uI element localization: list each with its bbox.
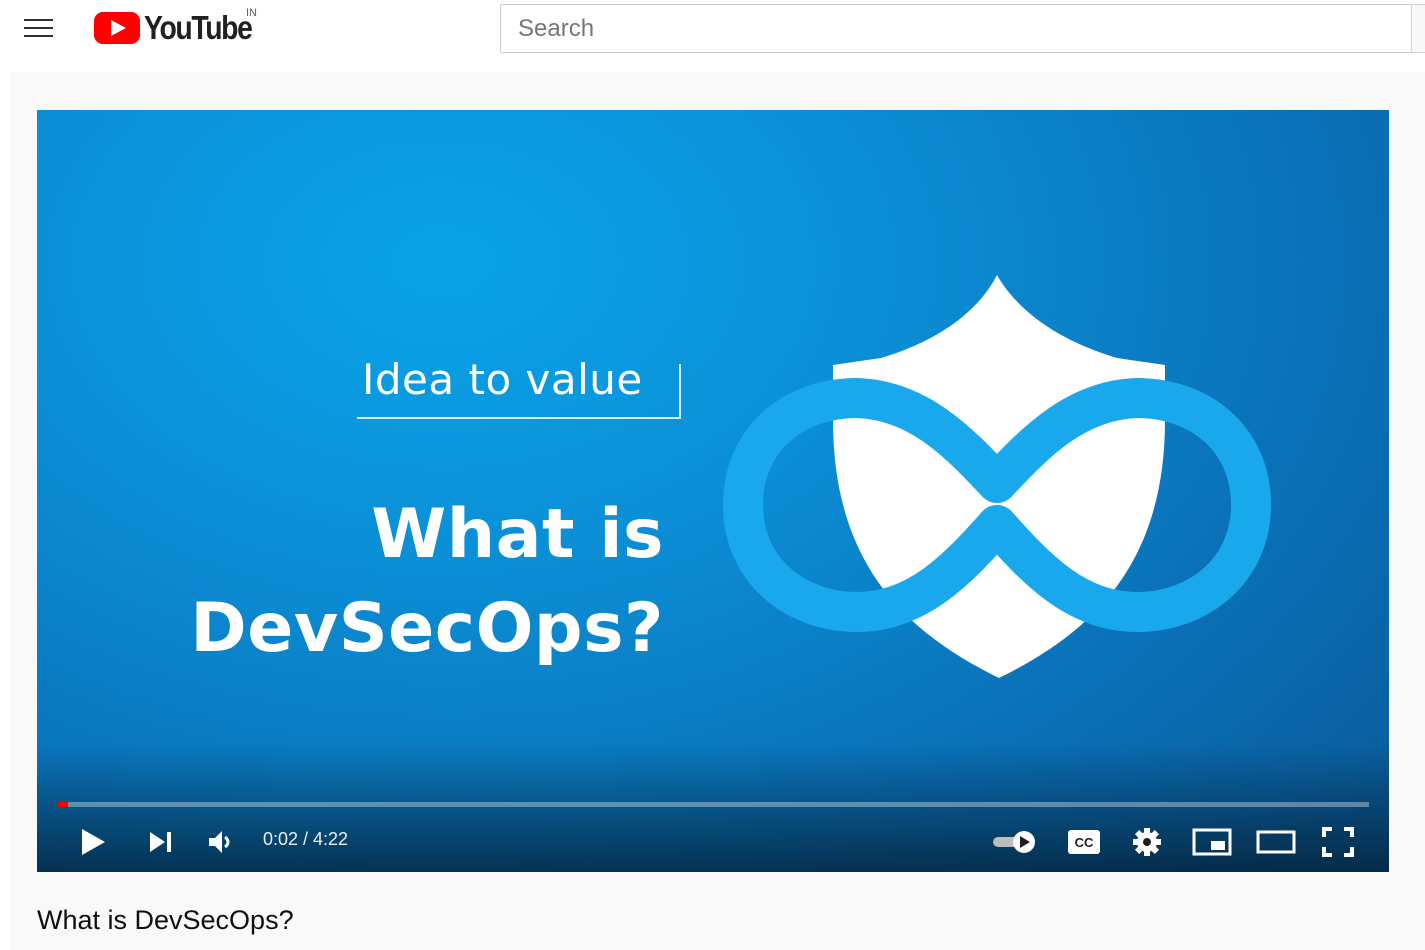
captions-icon: CC (1068, 830, 1100, 854)
video-title: What is DevSecOps? (37, 905, 294, 935)
video-tagline: Idea to value (362, 355, 643, 404)
search-input[interactable] (518, 14, 1411, 43)
play-button[interactable] (73, 820, 113, 864)
video-player[interactable]: Idea to value What is DevSecOps? 0:02 / … (37, 110, 1389, 872)
tagline-underline (357, 417, 681, 419)
region-code: IN (246, 7, 257, 19)
svg-text:CC: CC (1075, 835, 1094, 850)
miniplayer-icon (1192, 828, 1232, 856)
theater-mode-button[interactable] (1254, 820, 1298, 864)
next-icon (150, 832, 171, 852)
miniplayer-button[interactable] (1190, 820, 1234, 864)
hamburger-menu-icon[interactable] (14, 8, 62, 48)
headline-line-2: DevSecOps? (190, 589, 664, 668)
volume-icon (209, 831, 230, 853)
search-box[interactable] (500, 4, 1412, 53)
captions-button[interactable]: CC (1064, 820, 1104, 864)
masthead: YouTube IN (0, 0, 1425, 68)
autoplay-toggle[interactable] (991, 820, 1039, 864)
theater-mode-icon (1256, 830, 1296, 854)
autoplay-toggle-icon (993, 831, 1035, 853)
devsecops-shield-infinity-icon (723, 275, 1271, 678)
next-button[interactable] (141, 820, 181, 864)
play-icon (82, 829, 105, 855)
fullscreen-button[interactable] (1318, 820, 1358, 864)
video-headline: What is DevSecOps? (190, 488, 664, 676)
progress-bar[interactable] (58, 802, 1369, 807)
volume-button[interactable] (200, 820, 240, 864)
headline-line-1: What is (371, 495, 664, 574)
logo-wordmark: YouTube (144, 9, 253, 46)
youtube-logo[interactable]: YouTube IN (94, 6, 274, 50)
time-display: 0:02 / 4:22 (263, 829, 349, 849)
fullscreen-icon (1322, 827, 1354, 857)
search-button[interactable] (1411, 4, 1425, 53)
settings-icon (1133, 828, 1161, 856)
tagline-cursor (679, 364, 681, 419)
settings-button[interactable] (1127, 820, 1167, 864)
youtube-logo-icon (94, 12, 140, 44)
progress-played (58, 802, 69, 807)
